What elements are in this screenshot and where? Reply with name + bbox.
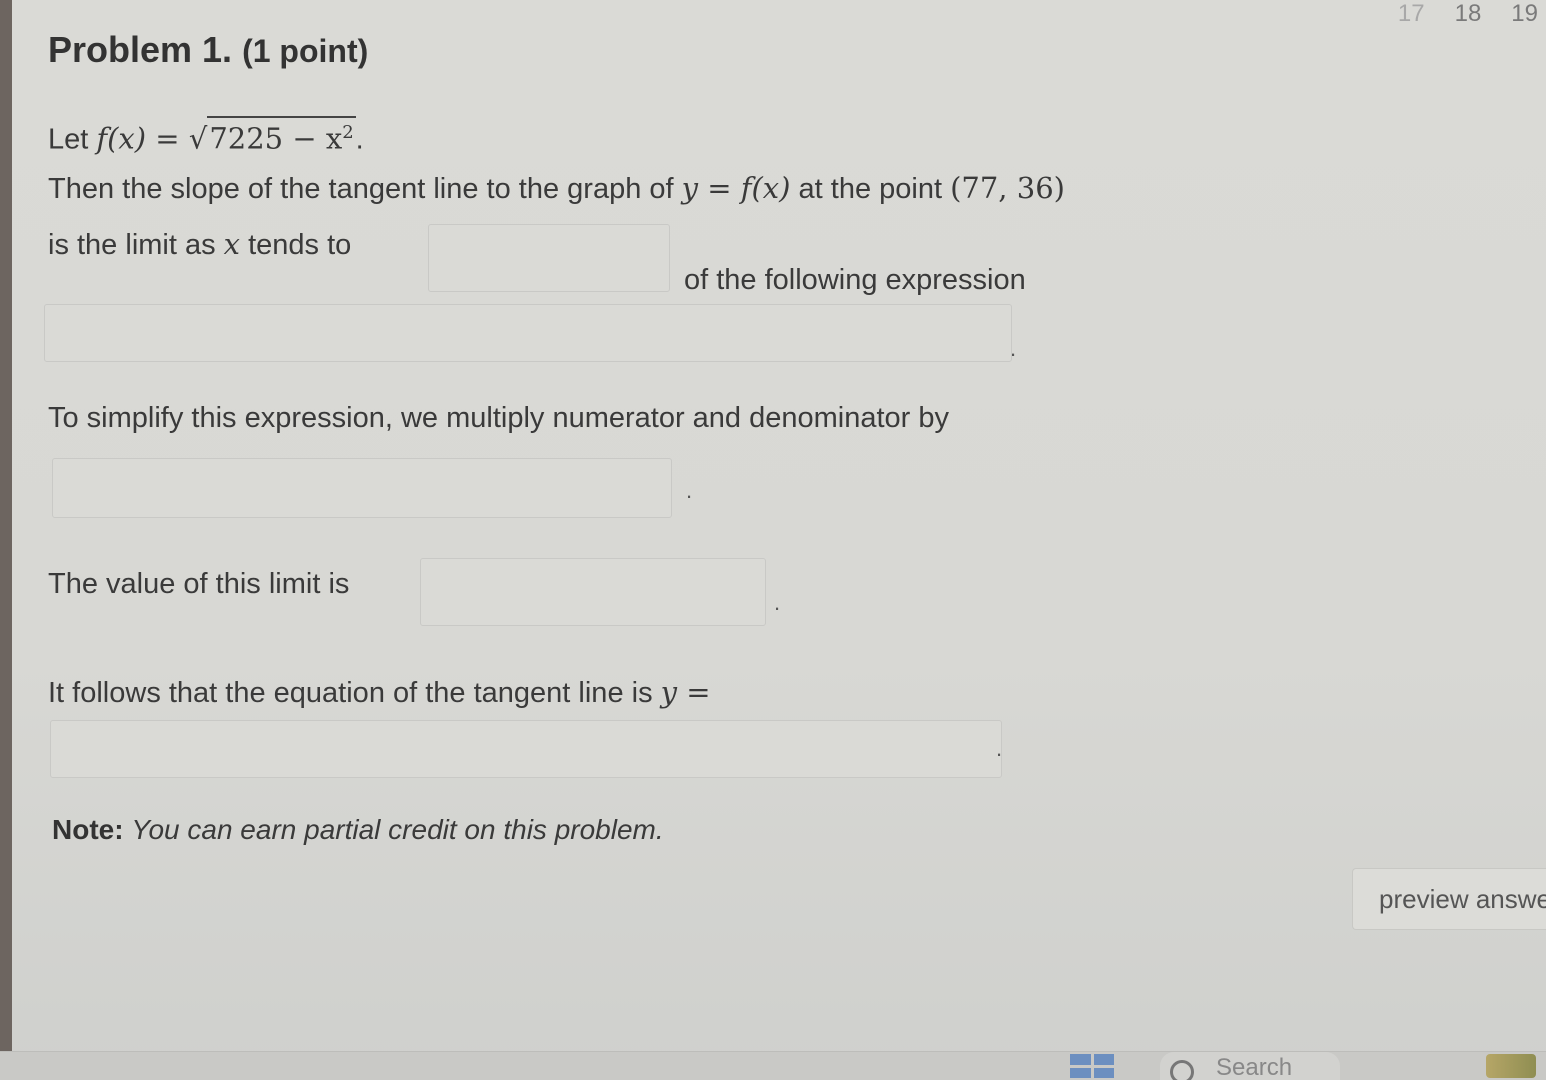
problem-points: (1 point)	[242, 33, 369, 69]
search-icon	[1170, 1060, 1194, 1080]
expression-text: of the following expression	[684, 264, 1026, 296]
radicand: 7225 − x	[209, 121, 343, 156]
tangent-y-equals: y =	[660, 675, 711, 709]
problem-number-tabs: 17 18 19	[1398, 0, 1538, 28]
simplify-text: To simplify this expression, we multiply…	[48, 402, 950, 434]
limit-text-a: is the limit as	[48, 229, 224, 261]
problem-title: Problem 1. (1 point)	[48, 28, 1248, 73]
search-label: Search	[1216, 1054, 1293, 1080]
tangent-equation-input[interactable]	[50, 720, 1002, 778]
tangent-text: It follows that the equation of the tang…	[48, 677, 661, 709]
simplify-statement: To simplify this expression, we multiply…	[48, 398, 949, 438]
multiplier-input[interactable]	[52, 458, 672, 518]
problem-content: Problem 1. (1 point) Let f(x) = √7225 − …	[44, 28, 1248, 845]
note-text: You can earn partial credit on this prob…	[131, 814, 664, 845]
expression-input-period: .	[1010, 336, 1017, 361]
limit-point-input[interactable]	[428, 224, 670, 292]
let-text: Let	[48, 123, 97, 156]
problem-tab-18[interactable]: 18	[1455, 0, 1482, 28]
problem-tab-19[interactable]: 19	[1511, 0, 1538, 28]
partial-credit-note: Note: You can earn partial credit on thi…	[52, 814, 664, 846]
limit-value-period: .	[774, 590, 781, 615]
tangent-equation-statement: It follows that the equation of the tang…	[48, 672, 711, 713]
taskbar: Search	[0, 1051, 1546, 1080]
problem-tab-17[interactable]: 17	[1398, 0, 1425, 28]
function-definition: Let f(x) = √7225 − x2.	[48, 116, 364, 160]
limit-variable: x	[223, 227, 241, 261]
radicand-exponent: 2	[342, 122, 354, 143]
window-edge	[0, 0, 12, 1080]
limit-value-text: The value of this limit is	[48, 568, 350, 600]
weather-widget-icon[interactable]	[1486, 1054, 1536, 1078]
limit-statement: is the limit as x tends to	[48, 224, 351, 265]
limit-value-input[interactable]	[420, 558, 766, 626]
tangent-equation-period: .	[996, 736, 1003, 761]
multiplier-input-period: .	[686, 478, 693, 503]
expression-input[interactable]	[44, 304, 1012, 362]
y-equals-fx: y = f(x)	[681, 171, 791, 205]
screen: 17 18 19 Problem 1. (1 point) Let f(x) =…	[0, 0, 1546, 1080]
period: .	[355, 123, 364, 156]
slope-statement: Then the slope of the tangent line to th…	[48, 168, 1065, 209]
slope-text: Then the slope of the tangent line to th…	[48, 173, 682, 205]
taskbar-search[interactable]: Search	[1160, 1052, 1340, 1080]
sqrt-symbol: √	[188, 121, 208, 156]
windows-start-icon[interactable]	[1070, 1054, 1114, 1078]
expression-statement: of the following expression	[684, 260, 1026, 300]
note-label: Note:	[52, 814, 124, 845]
at-point-text: at the point	[790, 173, 951, 205]
limit-text-b: tends to	[240, 229, 352, 261]
limit-value-statement: The value of this limit is	[48, 564, 349, 604]
function-lhs: f(x) =	[96, 121, 189, 156]
preview-answers-button[interactable]: preview answe	[1352, 868, 1546, 930]
tangent-point: (77, 36)	[950, 171, 1065, 205]
problem-title-text: Problem 1.	[48, 29, 233, 70]
